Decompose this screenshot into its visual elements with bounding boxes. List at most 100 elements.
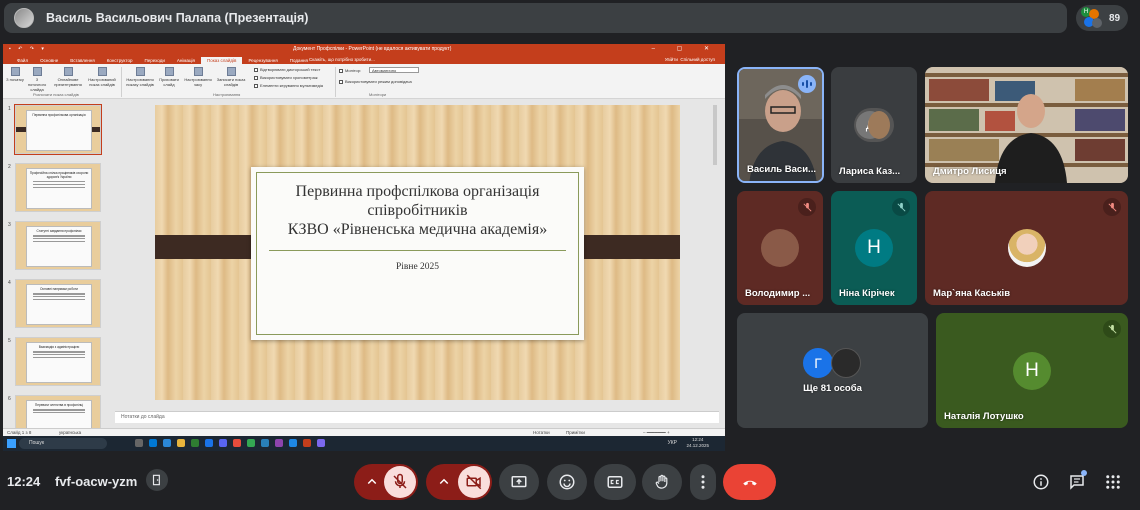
tab-transitions[interactable]: Переходи bbox=[138, 57, 170, 64]
slide-thumbnail-3[interactable]: 3 Статутні завдання профспілки bbox=[8, 221, 101, 270]
app-icon[interactable] bbox=[191, 439, 199, 447]
tile-maryana[interactable]: Мар`яна Каськів bbox=[925, 191, 1128, 305]
app-icon[interactable] bbox=[289, 439, 297, 447]
windows-taskbar: Пошук 12:24 24.12.2025 УКР bbox=[3, 436, 725, 451]
taskview-icon[interactable] bbox=[135, 439, 143, 447]
chevron-up-icon[interactable] bbox=[435, 473, 453, 491]
reactions-button[interactable] bbox=[547, 464, 587, 500]
shared-screen: ▪ ↶ ↷ ▾ Документ Профспілки - PowerPoint… bbox=[3, 44, 725, 451]
present-screen-button[interactable] bbox=[499, 464, 539, 500]
slide-notes[interactable]: Нотатки до слайда bbox=[115, 411, 719, 423]
status-comments-button[interactable]: Примітки bbox=[566, 430, 585, 435]
share-link[interactable]: Спільний доступ bbox=[680, 57, 715, 62]
app-icon[interactable] bbox=[261, 439, 269, 447]
status-language: українська bbox=[59, 430, 82, 435]
rehearse-timings-button[interactable]: Настроювання часу bbox=[184, 67, 212, 87]
window-controls[interactable]: – ▢ ✕ bbox=[652, 45, 719, 52]
chevron-up-icon[interactable] bbox=[363, 473, 381, 491]
chat-button[interactable] bbox=[1066, 470, 1088, 493]
app-icon[interactable] bbox=[233, 439, 241, 447]
tile-dmytro[interactable]: Дмитро Лисиця bbox=[925, 67, 1128, 183]
mic-toggle[interactable] bbox=[354, 464, 418, 500]
hide-slide-button[interactable]: Приховати слайд bbox=[158, 67, 180, 87]
pp-ribbon: З початку З поточного слайда Онлайнове п… bbox=[3, 64, 725, 99]
meeting-time: 12:24 bbox=[7, 474, 41, 489]
app-icon[interactable] bbox=[205, 439, 213, 447]
raise-hand-icon bbox=[655, 474, 668, 489]
door-icon bbox=[152, 474, 160, 486]
tab-design[interactable]: Конструктор bbox=[101, 57, 139, 64]
host-controls-button[interactable] bbox=[146, 469, 168, 491]
monitor-select[interactable]: Автоматично bbox=[369, 67, 419, 73]
taskbar-search[interactable]: Пошук bbox=[19, 438, 107, 449]
tile-others[interactable]: Г Ще 81 особа bbox=[737, 313, 928, 428]
media-controls-check[interactable]: Елементи керування мультимедіа bbox=[254, 83, 323, 88]
tab-home[interactable]: Основне bbox=[34, 57, 64, 64]
record-show-button[interactable]: Записати показ слайдів bbox=[215, 67, 247, 87]
setup-show-button[interactable]: Настроювання показу слайдів bbox=[125, 67, 155, 87]
slide-thumbnail-6[interactable]: 6 Переваги членства в профспілці bbox=[8, 395, 101, 429]
speaking-indicator-icon bbox=[798, 75, 816, 93]
captions-button[interactable] bbox=[594, 464, 636, 500]
more-options-button[interactable] bbox=[690, 464, 716, 500]
viber-icon[interactable] bbox=[317, 439, 325, 447]
hang-up-icon bbox=[742, 480, 757, 486]
status-notes-button[interactable]: Нотатки bbox=[533, 430, 550, 435]
slide-bar-left bbox=[155, 235, 261, 259]
tile-natalia[interactable]: Н Наталія Лотушко bbox=[936, 313, 1128, 428]
meeting-details-button[interactable] bbox=[1030, 471, 1052, 493]
play-narrations-check[interactable]: Відтворювати дикторський текст bbox=[254, 67, 320, 72]
tab-animations[interactable]: Анімація bbox=[171, 57, 201, 64]
chrome-icon[interactable] bbox=[247, 439, 255, 447]
camera-toggle[interactable] bbox=[426, 464, 492, 500]
tab-insert[interactable]: Вставлення bbox=[64, 57, 101, 64]
avatar bbox=[831, 348, 861, 378]
apps-grid-icon bbox=[1106, 475, 1120, 489]
camera-off-icon[interactable] bbox=[458, 466, 490, 498]
use-timings-check[interactable]: Використовувати хронометраж bbox=[254, 75, 318, 80]
raise-hand-button[interactable] bbox=[642, 464, 682, 500]
tab-slideshow[interactable]: Показ слайдів bbox=[200, 57, 243, 64]
avatar bbox=[761, 229, 799, 267]
info-icon bbox=[1033, 474, 1049, 490]
app-icon[interactable] bbox=[275, 439, 283, 447]
present-online-button[interactable]: Онлайнове презентування bbox=[53, 67, 83, 87]
current-slide[interactable]: Первинна профспілкова організація співро… bbox=[155, 105, 680, 400]
slide-thumbnail-1[interactable]: 1 Первинна профспілкова організація bbox=[8, 104, 102, 155]
avatar bbox=[1008, 229, 1046, 267]
slide-thumbnail-4[interactable]: 4 Основні напрямки роботи bbox=[8, 279, 101, 328]
participants-button[interactable]: Н 89 bbox=[1076, 5, 1128, 31]
custom-show-button[interactable]: Настроюваний показ слайдів bbox=[87, 67, 117, 87]
muted-mic-icon bbox=[798, 198, 816, 216]
tab-review[interactable]: Рецензування bbox=[242, 57, 283, 64]
slide-thumbnail-5[interactable]: 5 Взаємодія з адміністрацією bbox=[8, 337, 101, 386]
signin-link[interactable]: Увійти bbox=[665, 57, 678, 62]
from-current-button[interactable]: З поточного слайда bbox=[27, 67, 47, 92]
muted-mic-icon bbox=[1103, 320, 1121, 338]
windows-start-icon[interactable] bbox=[7, 439, 16, 448]
pp-window-title: Документ Профспілки - PowerPoint (не вда… bbox=[293, 46, 452, 52]
presenter-view-check[interactable]: Використовувати режим доповідача bbox=[339, 79, 412, 84]
app-icon[interactable] bbox=[219, 439, 227, 447]
tell-me-search[interactable]: Скажіть, що потрібно зробити... bbox=[303, 56, 381, 63]
tile-larysa[interactable]: Д Лариса Каз... bbox=[831, 67, 917, 183]
tab-file[interactable]: Файл bbox=[11, 57, 34, 64]
slide-thumbnail-2[interactable]: 2 Професійна спілка працівників охорони … bbox=[8, 163, 101, 212]
tile-volodymyr[interactable]: Володимир ... bbox=[737, 191, 823, 305]
pp-statusbar: Слайд 1 з 8 українська Нотатки Примітки … bbox=[3, 428, 725, 436]
pp-workspace: 1 Первинна профспілкова організація 2 Пр… bbox=[3, 99, 725, 429]
activities-button[interactable] bbox=[1102, 471, 1124, 493]
quick-access-icons[interactable]: ▪ ↶ ↷ ▾ bbox=[9, 46, 47, 52]
tile-vasyl[interactable]: Василь Васи... bbox=[737, 67, 824, 183]
app-icon[interactable] bbox=[163, 439, 171, 447]
edge-icon[interactable] bbox=[149, 439, 157, 447]
tile-nina[interactable]: Н Ніна Кірічек bbox=[831, 191, 917, 305]
slide-scrollbar[interactable] bbox=[713, 105, 717, 165]
mic-off-icon[interactable] bbox=[384, 466, 416, 498]
explorer-icon[interactable] bbox=[177, 439, 185, 447]
tile-name: Ніна Кірічек bbox=[839, 288, 895, 299]
from-beginning-button[interactable]: З початку bbox=[5, 67, 25, 82]
signin-share[interactable]: Увійти Спільний доступ bbox=[659, 56, 721, 63]
powerpoint-icon[interactable] bbox=[303, 439, 311, 447]
leave-call-button[interactable] bbox=[723, 464, 776, 500]
